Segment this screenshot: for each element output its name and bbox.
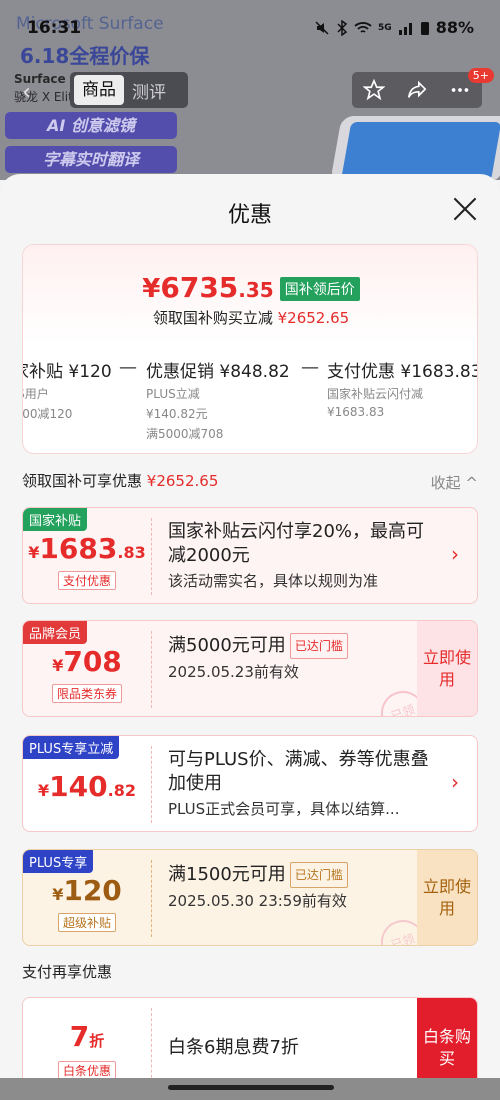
coupon-body: 国家补贴云闪付享20%，最高可减2000元 该活动需实名，具体以规则为准 [168,520,432,592]
use-now-button[interactable]: 立即使用 [417,621,477,716]
discount-sheet: 优惠 ¥6735.35 国补领后价 领取国补购买立减 ¥2652.65 国家补贴… [0,174,500,1100]
coupon-amount: ¥708 [52,645,122,678]
breakdown-line: PLUS立减 [146,387,200,401]
status-bar: 16:31 5G 88% [0,0,500,52]
breakdown-line: ¥1683.83 [327,405,385,419]
breakdown-line: PLUS用户 [23,387,49,401]
notification-badge: 5+ [467,68,494,83]
chevron-right-icon[interactable]: › [451,542,459,566]
coupon-description: 国家补贴云闪付享20%，最高可减2000元 [168,521,425,566]
payment-offer-amount: 7折 [69,1020,105,1053]
wifi-icon [354,21,372,33]
laptop-screen-image [340,122,500,180]
threshold-badge: 已达门槛 [289,633,348,659]
breakdown-payment: 支付优惠 ¥1683.83 国家补贴云闪付减 ¥1683.83 [327,357,478,419]
breakdown-title: 优惠促销 ¥848.82 [146,362,290,382]
collapse-button[interactable]: 收起 ^ [431,472,478,493]
subsidy-line: 领取国补购买立减 ¥2652.65 [152,309,350,327]
breakdown-title: 国家补贴 ¥120 [23,362,112,382]
divider [151,518,152,595]
coupon-body: 满1500元可用 已达门槛 2025.05.30 23:59前有效 [168,862,432,912]
chevron-right-icon[interactable]: › [451,770,459,794]
coupon-type: 限品类东券 [23,683,151,703]
coupon-tag: 国家补贴 [23,508,88,531]
coupon-description: 满5000元可用 已达门槛 [168,633,432,659]
threshold-badge: 已达门槛 [289,862,348,888]
coupon-amount: ¥140.82 [38,770,136,803]
coupon-expiry: 2025.05.30 23:59前有效 [168,892,347,910]
coupon-tag: 品牌会员 [23,621,88,644]
coupon-card-plus-exclusive[interactable]: ¥120 超级补贴 PLUS专享 满1500元可用 已达门槛 2025.05.30… [22,849,478,946]
coupon-amount: ¥120 [52,874,122,907]
coupon-type: 支付优惠 [23,570,151,590]
minus-sign: — [301,357,319,378]
coupon-description: 可与PLUS价、满减、券等优惠叠加使用 [168,749,429,794]
coupon-tag: PLUS专享立减 [23,736,120,759]
minus-sign: — [119,357,137,378]
network-type: 5G [378,22,392,33]
tab-product[interactable]: 商品 [74,75,124,105]
coupon-description: 满1500元可用 已达门槛 [168,862,432,888]
price-tag: 国补领后价 [279,277,360,301]
final-price-row: ¥6735.35 国补领后价 [23,271,477,304]
sheet-title: 优惠 [227,203,272,228]
coupon-card-national[interactable]: ¥1683.83 支付优惠 国家补贴 国家补贴云闪付享20%，最高可减2000元… [22,507,478,604]
section-subsidy-header: 领取国补可享优惠 ¥2652.65 [22,472,219,490]
battery-icon [420,21,429,35]
breakdown-national: 国家补贴 ¥120 PLUS用户 满5000减120 [22,357,112,422]
breakdown-line: ¥140.82元 [146,407,208,421]
coupon-note: 该活动需实名，具体以规则为准 [168,572,379,590]
bg-tab-bar: 商品 测评 [70,72,188,108]
close-icon[interactable] [452,196,478,222]
bluetooth-icon [337,19,348,36]
back-icon[interactable]: ‹ [22,80,31,105]
payment-offer-type: 白条优惠 [23,1060,151,1080]
coupon-card-plus-reduction[interactable]: ¥140.82 PLUS专享立减 可与PLUS价、满减、券等优惠叠加使用 PLU… [22,735,478,832]
bg-ai-pill: AI 创意滤镜 [5,112,177,139]
breakdown-line: 满5000减120 [22,407,73,421]
bg-action-group [352,72,482,108]
section-payment-header: 支付再享优惠 [22,963,113,981]
tab-review[interactable]: 测评 [124,78,174,103]
coupon-body: 满5000元可用 已达门槛 2025.05.23前有效 [168,633,432,683]
discount-breakdown: 国家补贴 ¥120 PLUS用户 满5000减120 — 优惠促销 ¥848.8… [22,357,478,447]
mute-icon [315,20,329,35]
status-time: 16:31 [27,18,82,38]
price-summary-card: ¥6735.35 国补领后价 领取国补购买立减 ¥2652.65 国家补贴 ¥1… [22,244,478,454]
coupon-body: 可与PLUS价、满减、券等优惠叠加使用 PLUS正式会员可享，具体以结算... [168,748,432,820]
divider [151,1008,152,1088]
divider [151,860,152,937]
final-price: ¥6735.35 [142,271,274,304]
coupon-card-brand-member[interactable]: ¥708 限品类东券 品牌会员 满5000元可用 已达门槛 2025.05.23前… [22,620,478,717]
coupon-type: 超级补贴 [23,912,151,932]
divider [151,631,152,708]
breakdown-line: 满5000减708 [146,427,224,441]
use-now-button[interactable]: 立即使用 [417,850,477,945]
more-icon[interactable] [449,79,471,101]
star-icon[interactable] [362,79,385,101]
bg-ai-pill: 字幕实时翻译 [5,146,177,173]
breakdown-line: 国家补贴云闪付减 [327,387,424,401]
summary-top: ¥6735.35 国补领后价 领取国补购买立减 ¥2652.65 [23,245,477,343]
battery-percent: 88% [435,18,474,37]
coupon-expiry: 2025.05.23前有效 [168,663,299,681]
breakdown-promo: 优惠促销 ¥848.82 PLUS立减 ¥140.82元 满5000减708 [146,357,290,442]
coupon-note: PLUS正式会员可享，具体以结算... [168,800,400,818]
divider [151,746,152,823]
coupon-tag: PLUS专享 [23,850,94,873]
payment-offer-description: 白条6期息费7折 [168,1037,299,1058]
sheet-header: 优惠 [0,174,500,246]
breakdown-title: 支付优惠 ¥1683.83 [327,362,478,382]
home-indicator[interactable] [168,1085,334,1090]
signal-icon [398,22,412,35]
coupon-amount: ¥1683.83 [28,532,146,565]
share-icon[interactable] [406,79,428,101]
status-icons: 5G 88% [314,18,474,37]
